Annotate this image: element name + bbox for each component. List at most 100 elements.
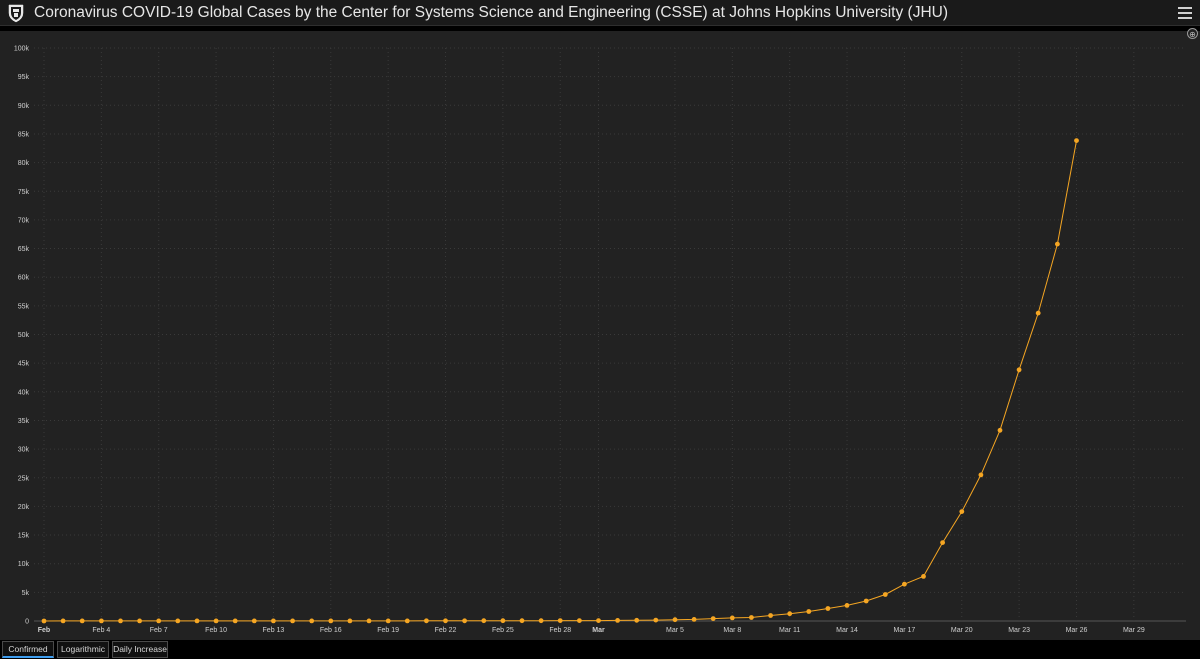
data-point[interactable] bbox=[251, 618, 257, 624]
tab-logarithmic[interactable]: Logarithmic bbox=[57, 641, 109, 658]
data-point[interactable] bbox=[787, 611, 793, 617]
data-point[interactable] bbox=[768, 613, 773, 618]
data-point[interactable] bbox=[79, 618, 85, 624]
y-tick-label: 55k bbox=[18, 303, 30, 310]
y-tick-label: 80k bbox=[18, 160, 30, 167]
data-point[interactable] bbox=[443, 618, 448, 624]
data-point[interactable] bbox=[863, 598, 869, 604]
data-point[interactable] bbox=[156, 618, 162, 624]
y-tick-label: 70k bbox=[18, 217, 30, 224]
data-point[interactable] bbox=[1016, 367, 1022, 373]
data-point[interactable] bbox=[653, 617, 659, 623]
y-axis-ticks: 0 5k 10k 15k 20k 25k 30k 35k 40k 45k 50k 55k 60k 65k 7… bbox=[14, 46, 30, 626]
data-point[interactable] bbox=[902, 581, 907, 587]
data-point[interactable] bbox=[978, 472, 984, 478]
x-tick-label: Mar 11 bbox=[779, 627, 800, 634]
x-tick-label: Feb 4 bbox=[92, 627, 110, 634]
data-point[interactable] bbox=[615, 618, 620, 623]
y-tick-label: 30k bbox=[18, 447, 30, 454]
data-point[interactable] bbox=[538, 618, 544, 624]
data-point[interactable] bbox=[825, 606, 831, 611]
data-point[interactable] bbox=[921, 574, 926, 579]
data-point[interactable] bbox=[577, 618, 582, 623]
data-point[interactable] bbox=[1055, 241, 1060, 247]
x-tick-label: Mar 20 bbox=[951, 627, 973, 634]
grid-layer bbox=[34, 47, 1186, 622]
data-point[interactable] bbox=[959, 509, 965, 514]
data-point[interactable] bbox=[557, 618, 563, 623]
page-title: Coronavirus COVID-19 Global Cases by the… bbox=[34, 4, 949, 21]
data-point[interactable] bbox=[940, 540, 945, 545]
data-point[interactable] bbox=[137, 618, 143, 624]
data-point[interactable] bbox=[519, 618, 525, 624]
x-tick-label: Mar 17 bbox=[894, 627, 916, 634]
data-point[interactable] bbox=[634, 617, 640, 623]
x-axis-ticks: Feb Feb 4 Feb 7 Feb 10 Feb 13 Feb 16 Feb 19 Feb… bbox=[38, 627, 1145, 634]
y-tick-label: 0 bbox=[25, 619, 29, 626]
data-point[interactable] bbox=[213, 618, 219, 624]
x-tick-label: Mar bbox=[592, 627, 605, 634]
chart-tabs: Confirmed Logarithmic Daily Increase bbox=[0, 640, 1200, 659]
data-point[interactable] bbox=[672, 617, 678, 623]
y-tick-label: 60k bbox=[18, 275, 30, 282]
tab-daily-increase[interactable]: Daily Increase bbox=[112, 641, 168, 658]
y-tick-label: 95k bbox=[18, 74, 30, 81]
data-point[interactable] bbox=[175, 618, 181, 624]
x-tick-label: Feb 16 bbox=[320, 627, 342, 634]
data-point[interactable] bbox=[997, 427, 1003, 433]
y-tick-label: 5k bbox=[22, 590, 30, 597]
x-tick-label: Mar 8 bbox=[723, 627, 741, 634]
data-point[interactable] bbox=[60, 618, 66, 624]
x-tick-label: Mar 23 bbox=[1008, 627, 1030, 634]
data-point[interactable] bbox=[882, 592, 888, 597]
data-point[interactable] bbox=[385, 618, 391, 624]
data-point[interactable] bbox=[424, 618, 429, 624]
data-point[interactable] bbox=[118, 618, 123, 624]
data-point[interactable] bbox=[481, 618, 487, 624]
y-tick-label: 45k bbox=[18, 361, 30, 368]
y-tick-label: 25k bbox=[18, 475, 30, 482]
data-point[interactable] bbox=[271, 618, 276, 624]
data-point[interactable] bbox=[1035, 310, 1041, 316]
y-tick-label: 100k bbox=[14, 46, 30, 53]
y-tick-label: 85k bbox=[18, 131, 30, 138]
data-point[interactable] bbox=[232, 618, 238, 624]
data-point[interactable] bbox=[404, 618, 410, 624]
data-point[interactable] bbox=[99, 618, 104, 624]
x-tick-label: Feb 10 bbox=[205, 627, 227, 634]
x-tick-label: Mar 29 bbox=[1123, 627, 1145, 634]
data-point[interactable] bbox=[366, 618, 372, 624]
x-tick-label: Feb 7 bbox=[150, 627, 168, 634]
x-tick-label: Feb 25 bbox=[492, 627, 514, 634]
hamburger-menu-icon[interactable] bbox=[1178, 4, 1192, 20]
y-tick-label: 40k bbox=[18, 389, 30, 396]
x-tick-label: Mar 5 bbox=[666, 627, 684, 634]
data-point[interactable] bbox=[710, 616, 716, 621]
data-point[interactable] bbox=[500, 618, 506, 624]
data-point[interactable] bbox=[462, 618, 467, 624]
expand-icon[interactable]: ⊕ bbox=[1187, 28, 1198, 39]
jhu-shield-icon bbox=[8, 4, 24, 23]
data-point[interactable] bbox=[290, 618, 295, 624]
tab-confirmed[interactable]: Confirmed bbox=[2, 641, 54, 658]
data-point[interactable] bbox=[691, 617, 697, 622]
data-point[interactable] bbox=[844, 603, 850, 608]
data-point[interactable] bbox=[194, 618, 200, 624]
x-tick-label: Feb 13 bbox=[263, 627, 285, 634]
data-point[interactable] bbox=[347, 618, 353, 624]
data-point[interactable] bbox=[596, 618, 601, 623]
y-tick-label: 10k bbox=[18, 561, 30, 568]
y-tick-label: 50k bbox=[18, 332, 30, 339]
data-point[interactable] bbox=[1074, 138, 1079, 143]
y-tick-label: 65k bbox=[18, 246, 30, 253]
data-point[interactable] bbox=[328, 618, 334, 624]
data-point[interactable] bbox=[729, 615, 735, 621]
data-point[interactable] bbox=[806, 609, 812, 614]
x-tick-label: Feb 28 bbox=[549, 627, 571, 634]
data-point[interactable] bbox=[749, 615, 754, 620]
x-tick-label: Mar 14 bbox=[836, 627, 858, 634]
app-window: Coronavirus COVID-19 Global Cases by the… bbox=[0, 0, 1200, 659]
data-point[interactable] bbox=[309, 618, 315, 624]
x-tick-label: Feb 19 bbox=[377, 627, 399, 634]
data-point[interactable] bbox=[41, 618, 47, 624]
